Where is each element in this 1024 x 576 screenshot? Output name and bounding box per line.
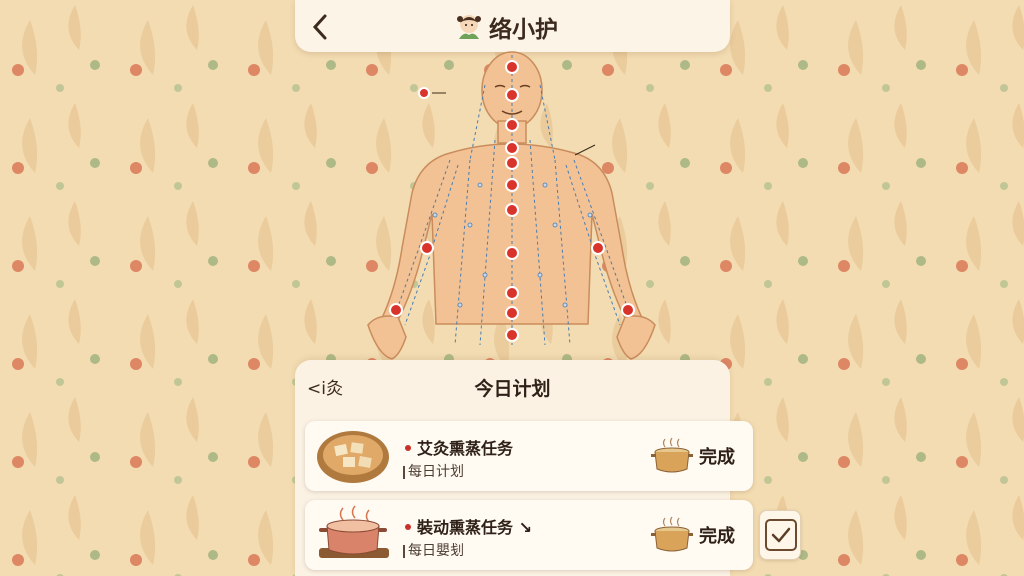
app-title: 络小护 [453,10,558,44]
chevron-left-icon [312,14,327,40]
task-name-text: 艾灸熏蒸任务 [417,439,514,458]
task-card-steaming[interactable]: 裝动熏蒸任务 ↘ 每日嬰刬 完成 [305,500,753,570]
checkmark-icon [771,527,791,543]
task-checkbox[interactable] [759,510,801,560]
task-subtitle-text: 每日计划 [408,464,464,480]
bullet-dot-icon [405,523,411,530]
pot-icon [651,516,693,552]
complete-label: 完成 [699,447,735,468]
steaming-pot-icon [319,505,389,558]
pot-icon [651,437,693,473]
task-subtitle-text: 每日嬰刬 [408,543,464,559]
complete-label: 完成 [699,526,735,547]
divider-bar [403,465,405,479]
page-title: 络小护 [489,17,558,43]
task-card-moxibustion[interactable]: 艾灸熏蒸任务 每日计划 完成 [305,421,753,491]
checkbox-box [765,519,797,551]
nurse-avatar-icon [457,15,481,39]
back-button[interactable] [309,12,335,42]
task-name: 艾灸熏蒸任务 [405,435,513,459]
divider-bar [403,544,405,558]
task-name-text: 裝动熏蒸任务 ↘ [417,518,532,537]
complete-button[interactable]: 完成 [651,431,735,481]
complete-button[interactable]: 完成 [651,510,735,560]
bullet-dot-icon [405,444,411,451]
task-name: 裝动熏蒸任务 ↘ [405,514,532,538]
task-subtitle: 每日计划 [403,461,464,481]
tofu-bowl-icon [317,431,389,483]
task-subtitle: 每日嬰刬 [403,540,464,560]
meridian-body-chart [367,51,656,360]
plan-title: 今日计划 [474,378,551,400]
